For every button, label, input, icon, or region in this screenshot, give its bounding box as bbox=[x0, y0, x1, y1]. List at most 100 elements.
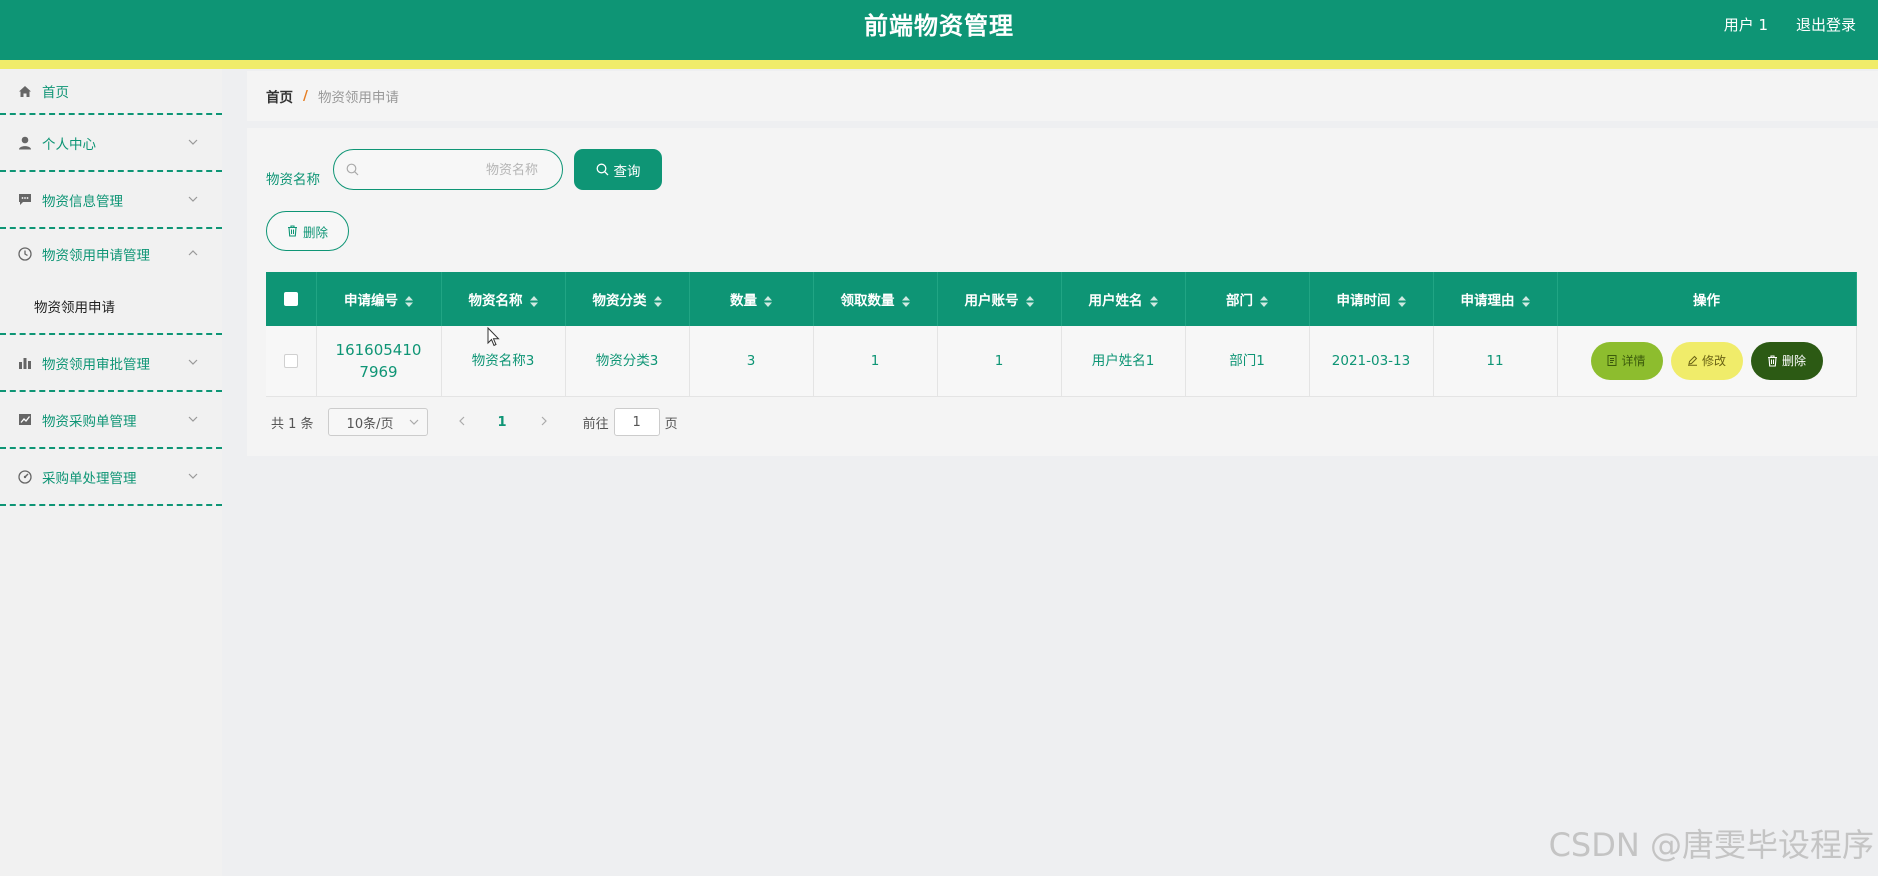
chevron-left-icon bbox=[459, 416, 465, 425]
search-button-label: 查询 bbox=[613, 163, 641, 180]
sort-icon[interactable] bbox=[1521, 295, 1530, 307]
clock-icon bbox=[18, 247, 32, 261]
column-header-operations: 操作 bbox=[1557, 272, 1857, 326]
search-box bbox=[333, 149, 563, 190]
sidebar-item-home[interactable]: 首页 bbox=[0, 69, 222, 115]
delete-button[interactable]: 删除 bbox=[1750, 341, 1823, 380]
sidebar-item-personal-center[interactable]: 个人中心 bbox=[0, 115, 222, 172]
page-size-select[interactable]: 10条/页 bbox=[327, 408, 428, 436]
column-header[interactable]: 申请编号 bbox=[316, 272, 442, 326]
cell-operations: 详情 修改 删除 bbox=[1557, 326, 1857, 397]
header-select-all[interactable] bbox=[266, 272, 317, 326]
sidebar-item-approval-management[interactable]: 物资领用审批管理 bbox=[0, 335, 222, 392]
column-header[interactable]: 用户姓名 bbox=[1061, 272, 1186, 326]
detail-button[interactable]: 详情 bbox=[1590, 341, 1663, 380]
edit-button[interactable]: 修改 bbox=[1670, 341, 1743, 380]
column-header[interactable]: 物资名称 bbox=[441, 272, 566, 326]
goto-label: 前往 bbox=[582, 416, 609, 432]
logout-link[interactable]: 退出登录 bbox=[1796, 0, 1856, 50]
column-header[interactable]: 用户账号 bbox=[937, 272, 1062, 326]
chevron-down-icon bbox=[188, 473, 198, 479]
batch-delete-label: 删除 bbox=[302, 224, 328, 240]
sort-icon[interactable] bbox=[405, 295, 413, 307]
goto-suffix: 页 bbox=[664, 416, 678, 432]
search-label: 物资名称 bbox=[266, 172, 320, 188]
cell-reason: 11 bbox=[1433, 326, 1558, 397]
sort-icon[interactable] bbox=[653, 295, 662, 307]
goto-page-input[interactable] bbox=[613, 408, 660, 436]
batch-delete-button[interactable]: 删除 bbox=[266, 211, 349, 251]
breadcrumb-home[interactable]: 首页 bbox=[266, 86, 293, 106]
cell-user-name: 用户姓名1 bbox=[1061, 326, 1186, 397]
cell-received: 1 bbox=[813, 326, 938, 397]
search-input[interactable] bbox=[368, 156, 552, 184]
column-header[interactable]: 申请理由 bbox=[1433, 272, 1558, 326]
edit-icon bbox=[1687, 356, 1698, 367]
cell-category: 物资分类3 bbox=[565, 326, 690, 397]
message-icon bbox=[18, 193, 32, 207]
sort-icon[interactable] bbox=[1260, 295, 1268, 307]
next-page-button[interactable] bbox=[537, 415, 553, 430]
chevron-right-icon bbox=[541, 416, 547, 425]
column-header[interactable]: 部门 bbox=[1185, 272, 1310, 326]
chevron-down-icon bbox=[188, 359, 198, 365]
sort-icon[interactable] bbox=[901, 295, 910, 307]
gauge-icon bbox=[18, 469, 32, 484]
cell-apply-no: 1616054107969 bbox=[316, 326, 442, 397]
sidebar-item-label: 物资领用申请管理 bbox=[42, 248, 150, 264]
pagination-total: 共 1 条 bbox=[271, 416, 314, 432]
breadcrumb-current: 物资领用申请 bbox=[317, 90, 399, 106]
mouse-cursor-icon bbox=[487, 327, 500, 347]
sidebar-subitem-apply[interactable]: 物资领用申请 bbox=[0, 279, 222, 335]
chevron-up-icon bbox=[188, 250, 198, 256]
cell-apply-time: 2021-03-13 bbox=[1309, 326, 1434, 397]
line-chart-icon bbox=[18, 413, 32, 427]
sort-icon[interactable] bbox=[1397, 295, 1406, 307]
page-number[interactable]: 1 bbox=[498, 415, 507, 430]
chevron-down-icon bbox=[188, 416, 198, 422]
chevron-down-icon bbox=[188, 196, 198, 202]
sidebar-item-label: 采购单处理管理 bbox=[42, 470, 137, 487]
column-header[interactable]: 申请时间 bbox=[1309, 272, 1434, 326]
sidebar-item-label: 物资信息管理 bbox=[42, 193, 123, 210]
bar-chart-icon bbox=[18, 356, 32, 370]
sort-icon[interactable] bbox=[1025, 295, 1034, 307]
row-select-cell[interactable] bbox=[266, 326, 317, 397]
header-stripe bbox=[0, 60, 1878, 69]
prev-page-button[interactable] bbox=[454, 415, 470, 430]
breadcrumb: 首页 / 物资领用申请 bbox=[247, 71, 1878, 121]
data-table: 申请编号 物资名称 物资分类 数量 领取数量 用户账号 用户姓名 部门 申请时间… bbox=[266, 272, 1857, 397]
sidebar-item-purchase-order[interactable]: 物资采购单管理 bbox=[0, 392, 222, 449]
sidebar-item-purchase-processing[interactable]: 采购单处理管理 bbox=[0, 449, 222, 506]
chevron-down-icon bbox=[188, 139, 198, 145]
column-header[interactable]: 物资分类 bbox=[565, 272, 690, 326]
select-all-checkbox[interactable] bbox=[283, 292, 298, 306]
search-button[interactable]: 查询 bbox=[574, 149, 662, 190]
cell-quantity: 3 bbox=[689, 326, 814, 397]
sidebar-item-label: 物资采购单管理 bbox=[42, 413, 137, 430]
watermark: CSDN @唐雯毕设程序 bbox=[1548, 826, 1874, 864]
app-title: 前端物资管理 bbox=[864, 12, 1014, 40]
trash-icon bbox=[287, 225, 297, 237]
column-header[interactable]: 领取数量 bbox=[813, 272, 938, 326]
table-header-row: 申请编号 物资名称 物资分类 数量 领取数量 用户账号 用户姓名 部门 申请时间… bbox=[266, 272, 1857, 326]
home-icon bbox=[18, 84, 32, 98]
cell-material-name: 物资名称3 bbox=[441, 326, 566, 397]
main-panel: 物资名称 查询 删除 申请编号 物资名称 物资分类 数量 领取数量 用户账号 用… bbox=[247, 128, 1878, 456]
sort-icon[interactable] bbox=[764, 295, 772, 307]
sidebar-item-label: 首页 bbox=[42, 85, 69, 101]
sidebar-item-material-info[interactable]: 物资信息管理 bbox=[0, 172, 222, 229]
search-icon bbox=[596, 163, 608, 176]
top-header: 前端物资管理 用户 1 退出登录 bbox=[0, 0, 1878, 60]
chevron-down-icon bbox=[409, 419, 418, 425]
sidebar-item-apply-management[interactable]: 物资领用申请管理 bbox=[0, 229, 222, 279]
search-icon bbox=[346, 163, 359, 176]
column-header[interactable]: 数量 bbox=[689, 272, 814, 326]
sort-icon[interactable] bbox=[529, 295, 538, 307]
pagination: 共 1 条 10条/页 1 前往 页 bbox=[271, 408, 678, 436]
row-checkbox[interactable] bbox=[283, 353, 298, 368]
sort-icon[interactable] bbox=[1149, 295, 1158, 307]
trash-icon bbox=[1767, 355, 1777, 367]
current-user: 用户 1 bbox=[1723, 16, 1768, 34]
sidebar-item-label: 个人中心 bbox=[42, 136, 96, 153]
